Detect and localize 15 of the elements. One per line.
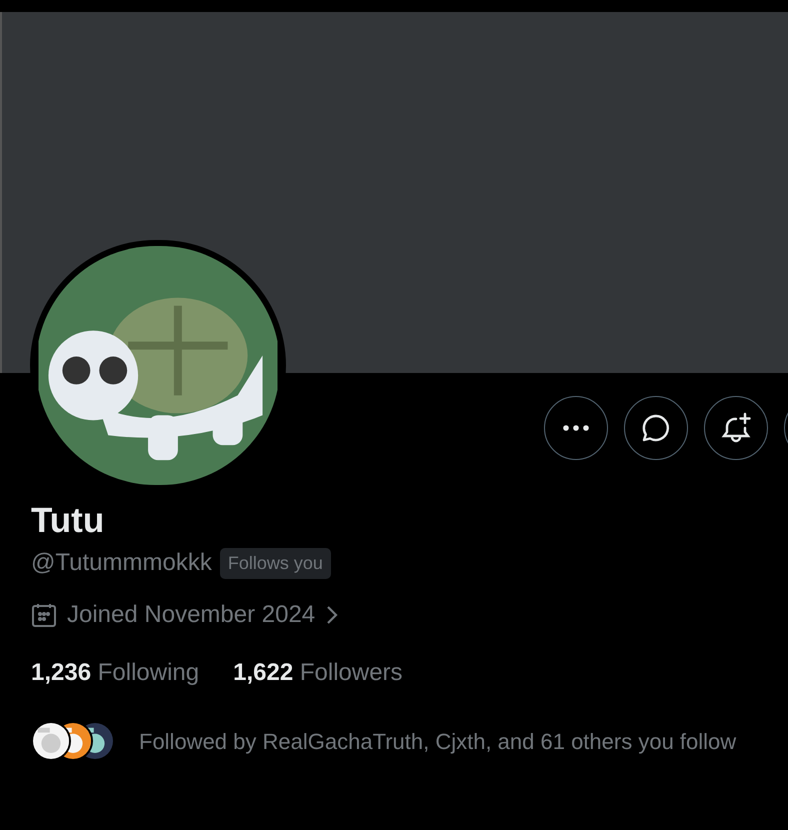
followed-by-text[interactable]: Followed by RealGachaTruth, Cjxth, and 61 others you follow <box>139 724 736 758</box>
following-link[interactable]: 1,236 Following <box>31 655 200 691</box>
chevron-right-icon[interactable] <box>325 604 340 626</box>
joined-date: Joined November 2024 <box>67 600 316 630</box>
followers-link[interactable]: 1,622 Followers <box>233 655 403 691</box>
chat-bubble-icon <box>641 413 671 443</box>
calendar-icon <box>31 602 57 628</box>
more-icon <box>563 425 589 431</box>
bell-plus-icon <box>720 412 752 444</box>
username: @Tutummmokkk <box>31 548 212 578</box>
display-name: Tutu <box>31 501 106 541</box>
message-button[interactable] <box>624 396 688 460</box>
more-button[interactable] <box>544 396 608 460</box>
notify-button[interactable] <box>704 396 768 460</box>
follows-you-badge: Follows you <box>220 548 331 578</box>
